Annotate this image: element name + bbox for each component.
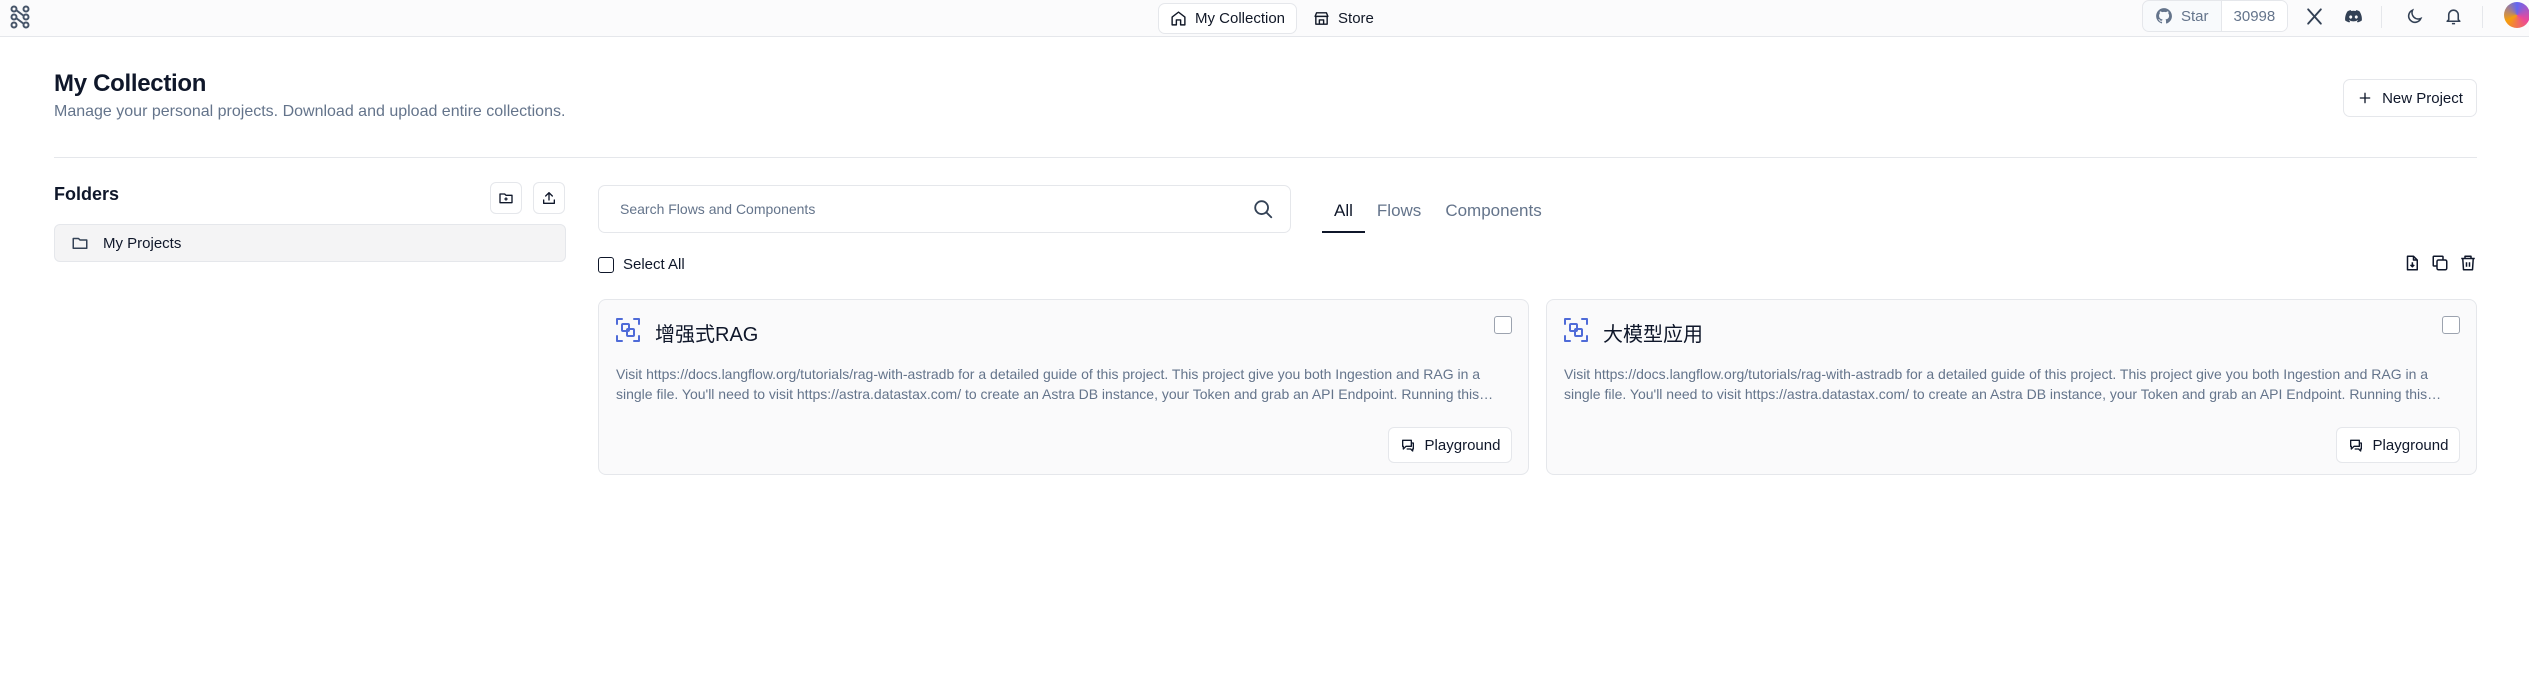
tab-components[interactable]: Components: [1433, 190, 1553, 232]
nav-store[interactable]: Store: [1301, 3, 1386, 34]
plus-icon: [2359, 92, 2371, 104]
top-bar: My Collection Store Star 30998: [0, 0, 2529, 37]
download-selected-button[interactable]: [2401, 252, 2423, 274]
new-project-button[interactable]: New Project: [2343, 79, 2477, 117]
flow-card-title: 大模型应用: [1603, 324, 1703, 346]
header-divider: [54, 157, 2477, 158]
main-nav: My Collection Store: [1158, 0, 1386, 36]
sidebar-item-my-projects[interactable]: My Projects: [54, 224, 566, 262]
langflow-logo-icon[interactable]: [6, 2, 40, 32]
nav-my-collection[interactable]: My Collection: [1158, 2, 1298, 34]
select-all[interactable]: Select All: [598, 256, 685, 273]
github-star-count: 30998: [2221, 1, 2288, 31]
tab-flows[interactable]: Flows: [1365, 190, 1433, 232]
flow-icon: [1564, 318, 1588, 342]
flow-card[interactable]: 增强式RAG Visit https://docs.langflow.org/t…: [598, 299, 1529, 475]
x-icon: [2306, 7, 2322, 25]
flow-card-description: Visit https://docs.langflow.org/tutorial…: [1564, 366, 2429, 402]
notifications-button[interactable]: [2439, 2, 2467, 30]
github-star-widget[interactable]: Star 30998: [2142, 0, 2289, 32]
topbar-divider: [2381, 6, 2382, 28]
upload-icon: [543, 192, 555, 204]
flow-card[interactable]: 大模型应用 Visit https://docs.langflow.org/tu…: [1546, 299, 2477, 475]
upload-folder-button[interactable]: [533, 182, 565, 214]
filter-tabs: All Flows Components: [1322, 190, 1554, 233]
topbar-divider: [2482, 6, 2483, 28]
copy-icon: [2432, 255, 2448, 271]
theme-toggle-button[interactable]: [2400, 2, 2428, 30]
playground-label: Playground: [1424, 436, 1501, 454]
tab-all[interactable]: All: [1322, 190, 1365, 233]
delete-selected-button[interactable]: [2457, 252, 2479, 274]
search-box: [598, 185, 1291, 233]
trash-icon: [2461, 255, 2475, 271]
playground-label: Playground: [2372, 436, 2449, 454]
store-icon: [1314, 11, 1329, 25]
page-title: My Collection: [54, 70, 207, 97]
github-icon: [2156, 8, 2172, 24]
add-folder-button[interactable]: [490, 182, 522, 214]
nav-my-collection-label: My Collection: [1195, 9, 1286, 27]
folders-heading: Folders: [54, 184, 120, 204]
flow-icon: [616, 318, 640, 342]
discord-link[interactable]: [2339, 2, 2367, 30]
new-project-label: New Project: [2382, 89, 2463, 107]
flow-card-checkbox[interactable]: [1494, 316, 1512, 339]
folder-plus-icon: [499, 193, 513, 204]
duplicate-selected-button[interactable]: [2429, 252, 2451, 274]
playground-icon: [2349, 439, 2362, 452]
search-icon[interactable]: [1252, 198, 1274, 220]
select-all-checkbox[interactable]: [598, 256, 614, 273]
moon-icon: [2407, 8, 2422, 23]
avatar[interactable]: [2504, 2, 2529, 28]
flow-card-description: Visit https://docs.langflow.org/tutorial…: [616, 366, 1481, 402]
github-star-label: Star: [2181, 7, 2209, 25]
nav-store-label: Store: [1338, 9, 1374, 27]
folder-icon: [72, 237, 88, 249]
bell-icon: [2445, 8, 2461, 24]
discord-icon: [2344, 9, 2362, 23]
playground-button[interactable]: Playground: [2336, 427, 2460, 463]
select-all-label: Select All: [623, 256, 685, 273]
flow-card-checkbox[interactable]: [2442, 316, 2460, 339]
page-subtitle: Manage your personal projects. Download …: [54, 103, 566, 120]
playground-icon: [1401, 439, 1414, 452]
search-input[interactable]: [600, 187, 1240, 231]
x-twitter-link[interactable]: [2300, 2, 2328, 30]
sidebar-item-label: My Projects: [103, 234, 182, 252]
download-icon: [2406, 255, 2418, 271]
github-star-button[interactable]: Star: [2143, 1, 2222, 31]
flow-card-title: 增强式RAG: [655, 324, 759, 346]
home-icon: [1171, 10, 1186, 26]
playground-button[interactable]: Playground: [1388, 427, 1512, 463]
